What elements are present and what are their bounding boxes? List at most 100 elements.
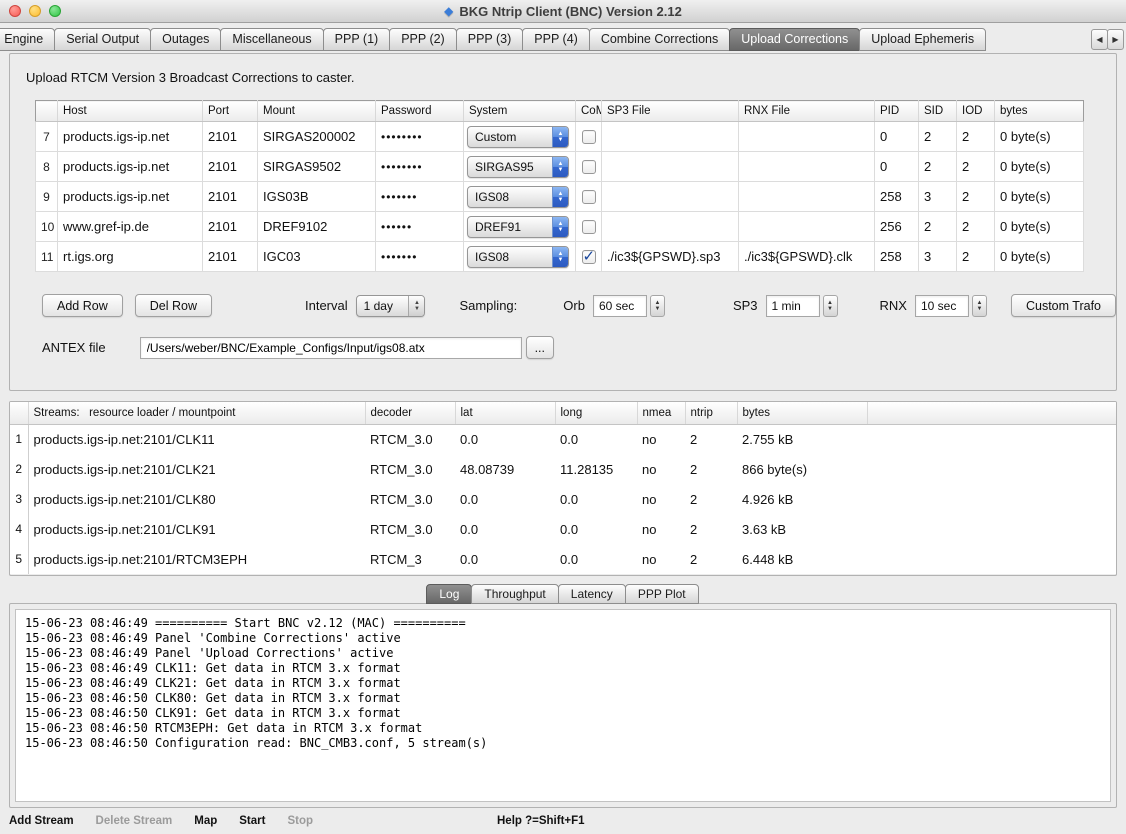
stream-row[interactable]: 3 products.igs-ip.net:2101/CLK80 RTCM_3.… xyxy=(10,484,1116,514)
host-cell[interactable]: products.igs-ip.net xyxy=(58,182,203,212)
system-cell: IGS08 xyxy=(464,182,576,212)
tab-throughput[interactable]: Throughput xyxy=(471,584,558,604)
tab-latency[interactable]: Latency xyxy=(558,584,626,604)
stream-row[interactable]: 2 products.igs-ip.net:2101/CLK21 RTCM_3.… xyxy=(10,454,1116,484)
system-select[interactable]: DREF91 xyxy=(467,216,569,238)
pid-cell[interactable]: 0 xyxy=(875,152,919,182)
pid-cell[interactable]: 258 xyxy=(875,182,919,212)
password-cell[interactable]: ••••••• xyxy=(376,242,464,272)
tab-engine[interactable]: i Engine xyxy=(0,28,55,51)
tab-upload-corrections[interactable]: Upload Corrections xyxy=(729,28,860,51)
sp3-file-cell[interactable] xyxy=(602,122,739,152)
sp3-stepper-icon[interactable] xyxy=(823,295,838,317)
tab-ppp-1[interactable]: PPP (1) xyxy=(323,28,391,51)
antex-browse-button[interactable]: ... xyxy=(526,336,554,359)
rnx-sampling-value[interactable]: 10 sec xyxy=(915,295,969,317)
password-cell[interactable]: ••••••• xyxy=(376,182,464,212)
sp3-file-cell[interactable] xyxy=(602,182,739,212)
sp3-file-cell[interactable] xyxy=(602,212,739,242)
port-cell[interactable]: 2101 xyxy=(203,182,258,212)
port-cell[interactable]: 2101 xyxy=(203,242,258,272)
host-cell[interactable]: www.gref-ip.de xyxy=(58,212,203,242)
rnx-file-cell[interactable] xyxy=(739,182,875,212)
stream-row[interactable]: 1 products.igs-ip.net:2101/CLK11 RTCM_3.… xyxy=(10,424,1116,454)
mount-cell[interactable]: IGC03 xyxy=(258,242,376,272)
close-window-button[interactable] xyxy=(9,5,21,17)
tab-scroll-left-button[interactable]: ◀ xyxy=(1091,29,1108,50)
password-cell[interactable]: •••••• xyxy=(376,212,464,242)
host-cell[interactable]: products.igs-ip.net xyxy=(58,122,203,152)
interval-select[interactable]: 1 day xyxy=(356,295,426,317)
antex-file-input[interactable] xyxy=(140,337,522,359)
tab-ppp-4[interactable]: PPP (4) xyxy=(522,28,590,51)
orb-sampling-value[interactable]: 60 sec xyxy=(593,295,647,317)
sid-cell[interactable]: 3 xyxy=(919,242,957,272)
rnx-file-cell[interactable] xyxy=(739,152,875,182)
com-checkbox[interactable] xyxy=(582,160,596,174)
map-button[interactable]: Map xyxy=(194,815,217,827)
system-select[interactable]: Custom xyxy=(467,126,569,148)
rnx-file-cell[interactable] xyxy=(739,212,875,242)
tab-ppp-2[interactable]: PPP (2) xyxy=(389,28,457,51)
sid-cell[interactable]: 2 xyxy=(919,152,957,182)
port-cell[interactable]: 2101 xyxy=(203,152,258,182)
tab-serial-output[interactable]: Serial Output xyxy=(54,28,151,51)
del-row-button[interactable]: Del Row xyxy=(135,294,212,317)
log-tab-bar: Log Throughput Latency PPP Plot xyxy=(0,584,1126,604)
mount-cell[interactable]: SIRGAS200002 xyxy=(258,122,376,152)
password-cell[interactable]: •••••••• xyxy=(376,122,464,152)
host-cell[interactable]: rt.igs.org xyxy=(58,242,203,272)
iod-cell[interactable]: 2 xyxy=(957,212,995,242)
sid-cell[interactable]: 2 xyxy=(919,122,957,152)
rnx-stepper-icon[interactable] xyxy=(972,295,987,317)
stream-row[interactable]: 4 products.igs-ip.net:2101/CLK91 RTCM_3.… xyxy=(10,514,1116,544)
password-cell[interactable]: •••••••• xyxy=(376,152,464,182)
com-checkbox[interactable] xyxy=(582,190,596,204)
start-button[interactable]: Start xyxy=(239,815,265,827)
tab-scroll-right-button[interactable]: ▶ xyxy=(1107,29,1124,50)
system-select[interactable]: IGS08 xyxy=(467,186,569,208)
sid-cell[interactable]: 2 xyxy=(919,212,957,242)
sid-cell[interactable]: 3 xyxy=(919,182,957,212)
orb-stepper-icon[interactable] xyxy=(650,295,665,317)
com-checkbox[interactable] xyxy=(582,250,596,264)
host-cell[interactable]: products.igs-ip.net xyxy=(58,152,203,182)
add-stream-button[interactable]: Add Stream xyxy=(9,815,74,827)
antex-file-label: ANTEX file xyxy=(42,340,106,355)
pid-cell[interactable]: 0 xyxy=(875,122,919,152)
custom-trafo-button[interactable]: Custom Trafo xyxy=(1011,294,1116,317)
com-checkbox[interactable] xyxy=(582,220,596,234)
rnx-file-cell[interactable]: ./ic3${GPSWD}.clk xyxy=(739,242,875,272)
iod-cell[interactable]: 2 xyxy=(957,152,995,182)
tab-ppp-3[interactable]: PPP (3) xyxy=(456,28,524,51)
sp3-file-cell[interactable] xyxy=(602,152,739,182)
minimize-window-button[interactable] xyxy=(29,5,41,17)
tab-ppp-plot[interactable]: PPP Plot xyxy=(625,584,699,604)
com-checkbox[interactable] xyxy=(582,130,596,144)
log-output[interactable]: 15-06-23 08:46:49 ========== Start BNC v… xyxy=(15,609,1111,802)
sp3-sampling-value[interactable]: 1 min xyxy=(766,295,820,317)
sp3-file-cell[interactable]: ./ic3${GPSWD}.sp3 xyxy=(602,242,739,272)
iod-cell[interactable]: 2 xyxy=(957,182,995,212)
pid-cell[interactable]: 258 xyxy=(875,242,919,272)
tab-outages[interactable]: Outages xyxy=(150,28,221,51)
tab-upload-ephemeris[interactable]: Upload Ephemeris xyxy=(859,28,986,51)
stream-empty-cell xyxy=(867,544,1116,574)
iod-cell[interactable]: 2 xyxy=(957,122,995,152)
port-cell[interactable]: 2101 xyxy=(203,212,258,242)
mount-cell[interactable]: DREF9102 xyxy=(258,212,376,242)
tab-combine-corrections[interactable]: Combine Corrections xyxy=(589,28,730,51)
add-row-button[interactable]: Add Row xyxy=(42,294,123,317)
zoom-window-button[interactable] xyxy=(49,5,61,17)
port-cell[interactable]: 2101 xyxy=(203,122,258,152)
tab-miscellaneous[interactable]: Miscellaneous xyxy=(220,28,323,51)
mount-cell[interactable]: SIRGAS9502 xyxy=(258,152,376,182)
rnx-file-cell[interactable] xyxy=(739,122,875,152)
mount-cell[interactable]: IGS03B xyxy=(258,182,376,212)
system-select[interactable]: IGS08 xyxy=(467,246,569,268)
pid-cell[interactable]: 256 xyxy=(875,212,919,242)
system-select[interactable]: SIRGAS95 xyxy=(467,156,569,178)
tab-log[interactable]: Log xyxy=(426,584,472,604)
stream-row[interactable]: 5 products.igs-ip.net:2101/RTCM3EPH RTCM… xyxy=(10,544,1116,574)
iod-cell[interactable]: 2 xyxy=(957,242,995,272)
